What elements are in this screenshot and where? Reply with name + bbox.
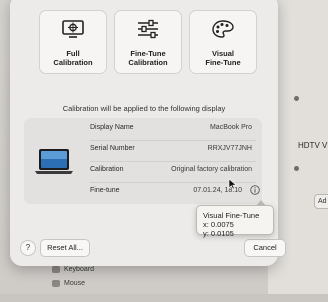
- sidebar-item-keyboard: Keyboard: [52, 266, 94, 273]
- cancel-button[interactable]: Cancel: [244, 239, 286, 257]
- display-name-key: Display Name: [90, 124, 134, 131]
- fine-tune-calibration-button[interactable]: Fine-Tune Calibration: [114, 10, 182, 74]
- mouse-pointer-icon: [228, 178, 237, 190]
- background-ad-button: Ad: [314, 194, 328, 209]
- fine-tune-calibration-label: Fine-Tune Calibration: [128, 49, 168, 67]
- visual-fine-tune-button[interactable]: Visual Fine-Tune: [189, 10, 257, 74]
- background-slider-knob: [294, 96, 299, 101]
- display-name-value: MacBook Pro: [209, 124, 252, 131]
- display-name-row: Display Name MacBook Pro: [90, 118, 256, 141]
- full-calibration-button[interactable]: Full Calibration: [39, 10, 107, 74]
- tooltip-line-1: Visual Fine-Tune x: 0.0075: [203, 211, 260, 229]
- visual-fine-tune-label: Visual Fine-Tune: [205, 49, 241, 67]
- serial-number-value: RRXJV77JNH: [207, 145, 252, 152]
- tooltip-line-2: y: 0.0105: [203, 229, 234, 238]
- info-icon[interactable]: [250, 185, 260, 195]
- serial-number-row: Serial Number RRXJV77JNH: [90, 139, 256, 162]
- reset-all-button[interactable]: Reset All...: [40, 239, 90, 257]
- full-calibration-label: Full Calibration: [53, 49, 93, 67]
- background-tv-label: HDTV V: [298, 141, 328, 150]
- calibration-value: Original factory calibration: [171, 166, 252, 173]
- keyboard-icon: [52, 266, 60, 273]
- mouse-icon: [52, 280, 60, 287]
- palette-icon: [212, 20, 234, 38]
- target-screen-icon: [62, 20, 84, 38]
- help-button[interactable]: ?: [20, 240, 36, 256]
- macbook-laptop-icon: [35, 149, 73, 174]
- display-info-panel: Display Name MacBook Pro Serial Number R…: [24, 118, 262, 204]
- serial-number-key: Serial Number: [90, 145, 135, 152]
- fine-tune-tooltip: Visual Fine-Tune x: 0.0075 y: 0.0105: [196, 205, 274, 238]
- background-slider-knob: [294, 166, 299, 171]
- calibration-key: Calibration: [90, 166, 124, 173]
- fine-tune-key: Fine-tune: [90, 187, 120, 194]
- background-sidebar: Keyboard Mouse: [42, 262, 232, 302]
- sliders-icon: [138, 19, 158, 39]
- applied-to-display-text: Calibration will be applied to the follo…: [62, 104, 226, 113]
- sidebar-item-mouse: Mouse: [52, 280, 85, 287]
